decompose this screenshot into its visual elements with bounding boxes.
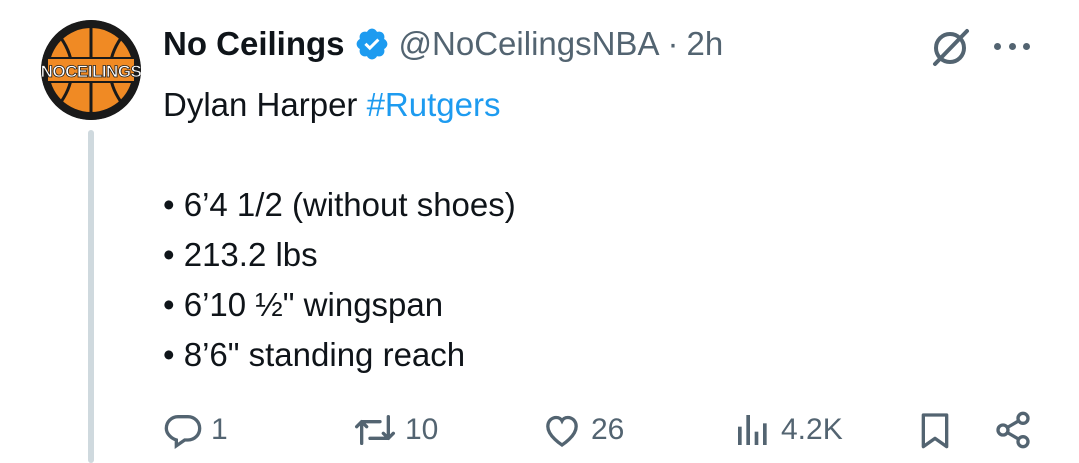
timestamp[interactable]: 2h <box>686 25 723 63</box>
views-count: 4.2K <box>781 413 843 446</box>
bookmark-icon <box>921 413 949 449</box>
handle[interactable]: @NoCeilingsNBA <box>399 25 660 63</box>
tweet-title: Dylan Harper <box>163 86 367 123</box>
views-icon <box>738 415 767 445</box>
avatar-logo: NOCEILINGS <box>41 20 141 120</box>
bullet-weight: • 213.2 lbs <box>163 236 318 273</box>
avatar[interactable]: NOCEILINGS <box>41 20 141 120</box>
reply-button[interactable]: 1 <box>163 400 228 460</box>
like-count: 26 <box>591 413 625 446</box>
views-button[interactable]: 4.2K <box>733 400 843 460</box>
hashtag-link[interactable]: #Rutgers <box>367 86 501 123</box>
share-icon <box>996 411 1030 449</box>
more-options-icon[interactable] <box>990 28 1034 64</box>
repost-icon <box>354 415 395 445</box>
action-bar: 1 10 26 4.2K <box>163 400 1033 460</box>
bullet-standing-reach: • 8’6" standing reach <box>163 336 466 373</box>
like-icon <box>546 415 578 447</box>
repost-count: 10 <box>405 413 439 446</box>
reply-count: 1 <box>211 413 228 446</box>
avatar-text: NOCEILINGS <box>41 62 141 81</box>
display-name[interactable]: No Ceilings <box>163 25 345 63</box>
tweet-title-line: Dylan Harper #Rutgers <box>163 80 1023 130</box>
tweet-text: Dylan Harper #Rutgers • 6’4 1/2 (without… <box>163 80 1023 380</box>
like-button[interactable]: 26 <box>541 400 624 460</box>
tweet-header: No Ceilings @NoCeilingsNBA · 2h <box>163 22 723 66</box>
separator-dot: · <box>667 25 679 62</box>
bullet-height: • 6’4 1/2 (without shoes) <box>163 186 516 223</box>
share-button[interactable] <box>993 400 1033 460</box>
verified-badge-icon <box>354 26 390 62</box>
grok-icon[interactable] <box>925 22 975 72</box>
reply-icon <box>164 415 202 450</box>
thread-line <box>88 130 94 463</box>
repost-button[interactable]: 10 <box>353 400 438 460</box>
bookmark-button[interactable] <box>915 400 955 460</box>
bullet-wingspan: • 6’10 ½" wingspan <box>163 286 444 323</box>
